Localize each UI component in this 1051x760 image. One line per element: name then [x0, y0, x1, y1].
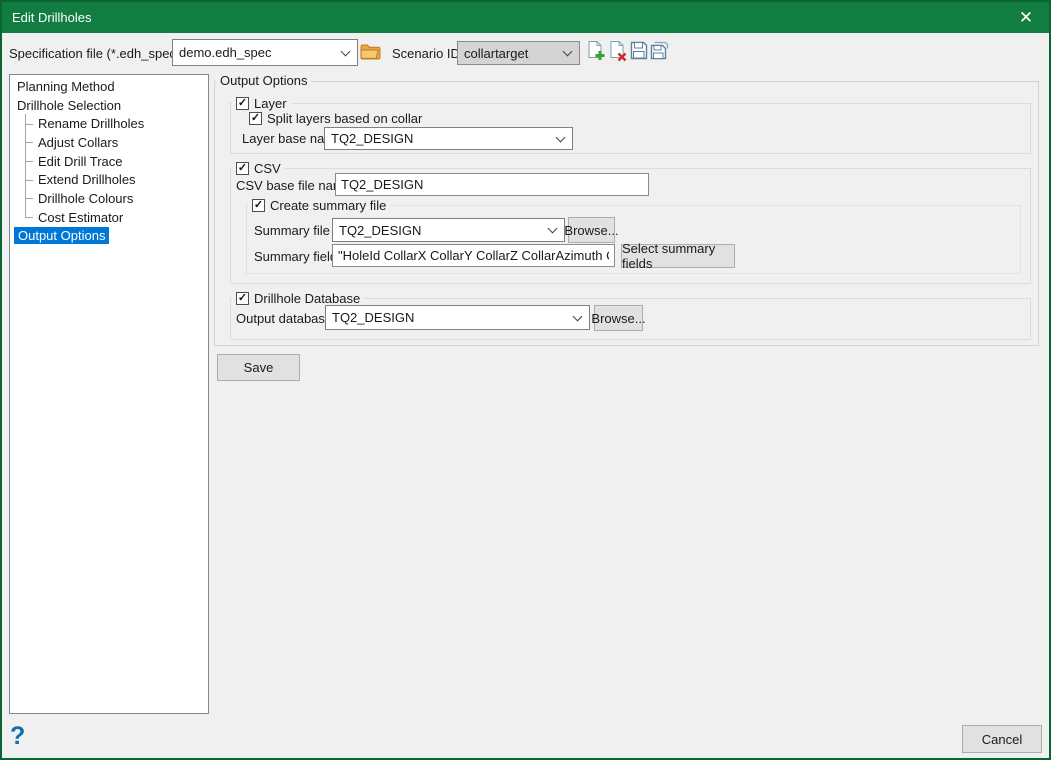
layer-base-name-combobox[interactable]: TQ2_DESIGN [324, 127, 573, 150]
title-bar[interactable]: Edit Drillholes [2, 2, 1049, 33]
spec-file-label: Specification file (*.edh_spec) [9, 46, 180, 61]
split-layers-checkbox-row[interactable]: ✓ Split layers based on collar [245, 111, 426, 126]
tree-item-extend-drillholes[interactable]: Extend Drillholes [10, 170, 208, 189]
tree-item-cost-estimator[interactable]: Cost Estimator [10, 208, 208, 227]
chevron-down-icon [573, 311, 583, 321]
tree-branch-line [25, 152, 36, 171]
tree-item-drillhole-selection[interactable]: Drillhole Selection [10, 96, 208, 115]
create-summary-file-checkbox-row[interactable]: ✓ Create summary file [248, 198, 390, 213]
tree-item-edit-drill-trace[interactable]: Edit Drill Trace [10, 152, 208, 171]
drillhole-database-checkbox-label: Drillhole Database [254, 291, 360, 306]
chevron-down-icon [548, 224, 558, 234]
delete-scenario-icon[interactable] [608, 40, 627, 65]
chevron-down-icon [563, 47, 573, 57]
tree-branch-line [25, 208, 36, 227]
tree-branch-line [25, 133, 36, 152]
tree-branch-line [25, 114, 36, 133]
layer-checkbox[interactable]: ✓ [236, 97, 249, 110]
help-icon[interactable]: ? [10, 722, 25, 751]
tree-branch-line [25, 170, 36, 189]
tree-item-adjust-collars[interactable]: Adjust Collars [10, 133, 208, 152]
save-button[interactable]: Save [217, 354, 300, 381]
scenario-id-combobox[interactable]: collartarget [457, 41, 580, 65]
drillhole-database-checkbox-row[interactable]: ✓ Drillhole Database [232, 291, 364, 306]
layer-base-name-value: TQ2_DESIGN [331, 131, 413, 146]
tree-item-planning-method[interactable]: Planning Method [10, 77, 208, 96]
output-database-value: TQ2_DESIGN [332, 310, 414, 325]
summary-file-name-value: TQ2_DESIGN [339, 223, 421, 238]
scenario-id-label: Scenario ID [392, 46, 460, 61]
spec-file-combobox[interactable]: demo.edh_spec [172, 39, 358, 66]
layer-checkbox-label: Layer [254, 96, 287, 111]
layer-checkbox-row[interactable]: ✓ Layer [232, 96, 291, 111]
output-options-group-title: Output Options [216, 73, 311, 88]
select-summary-fields-button[interactable]: Select summary fields [621, 244, 735, 268]
csv-checkbox-row[interactable]: ✓ CSV [232, 161, 285, 176]
close-icon[interactable]: ✕ [1003, 2, 1049, 33]
chevron-down-icon [341, 46, 351, 56]
open-folder-icon[interactable] [360, 42, 382, 64]
output-database-browse-button[interactable]: Browse... [594, 305, 643, 331]
tree-item-output-options[interactable]: Output Options [10, 227, 208, 246]
scenario-id-value: collartarget [464, 46, 528, 61]
drillhole-database-checkbox[interactable]: ✓ [236, 292, 249, 305]
create-summary-file-checkbox-label: Create summary file [270, 198, 386, 213]
spec-file-value: demo.edh_spec [179, 45, 272, 60]
edit-drillholes-dialog: Edit Drillholes ✕ Specification file (*.… [0, 0, 1051, 760]
csv-base-file-name-label: CSV base file name [236, 178, 351, 193]
output-database-combobox[interactable]: TQ2_DESIGN [325, 305, 590, 330]
csv-base-file-name-input[interactable] [335, 173, 649, 196]
save-as-icon[interactable] [650, 41, 669, 63]
chevron-down-icon [556, 132, 566, 142]
create-summary-file-checkbox[interactable]: ✓ [252, 199, 265, 212]
output-database-label: Output database [236, 311, 332, 326]
summary-file-browse-button[interactable]: Browse... [568, 217, 615, 243]
selected-tree-item: Output Options [14, 227, 109, 244]
add-scenario-icon[interactable] [586, 40, 605, 65]
csv-checkbox-label: CSV [254, 161, 281, 176]
split-layers-checkbox[interactable]: ✓ [249, 112, 262, 125]
summary-fields-label: Summary fields [254, 249, 344, 264]
tree-item-rename-drillholes[interactable]: Rename Drillholes [10, 114, 208, 133]
tree-branch-line [25, 189, 36, 208]
settings-tree: Planning Method Drillhole Selection Rena… [9, 74, 209, 714]
tree-item-drillhole-colours[interactable]: Drillhole Colours [10, 189, 208, 208]
split-layers-checkbox-label: Split layers based on collar [267, 111, 422, 126]
csv-checkbox[interactable]: ✓ [236, 162, 249, 175]
save-icon[interactable] [630, 41, 648, 63]
summary-fields-input[interactable] [332, 244, 615, 267]
cancel-button[interactable]: Cancel [962, 725, 1042, 753]
dialog-title: Edit Drillholes [12, 10, 91, 25]
summary-file-name-combobox[interactable]: TQ2_DESIGN [332, 218, 565, 242]
